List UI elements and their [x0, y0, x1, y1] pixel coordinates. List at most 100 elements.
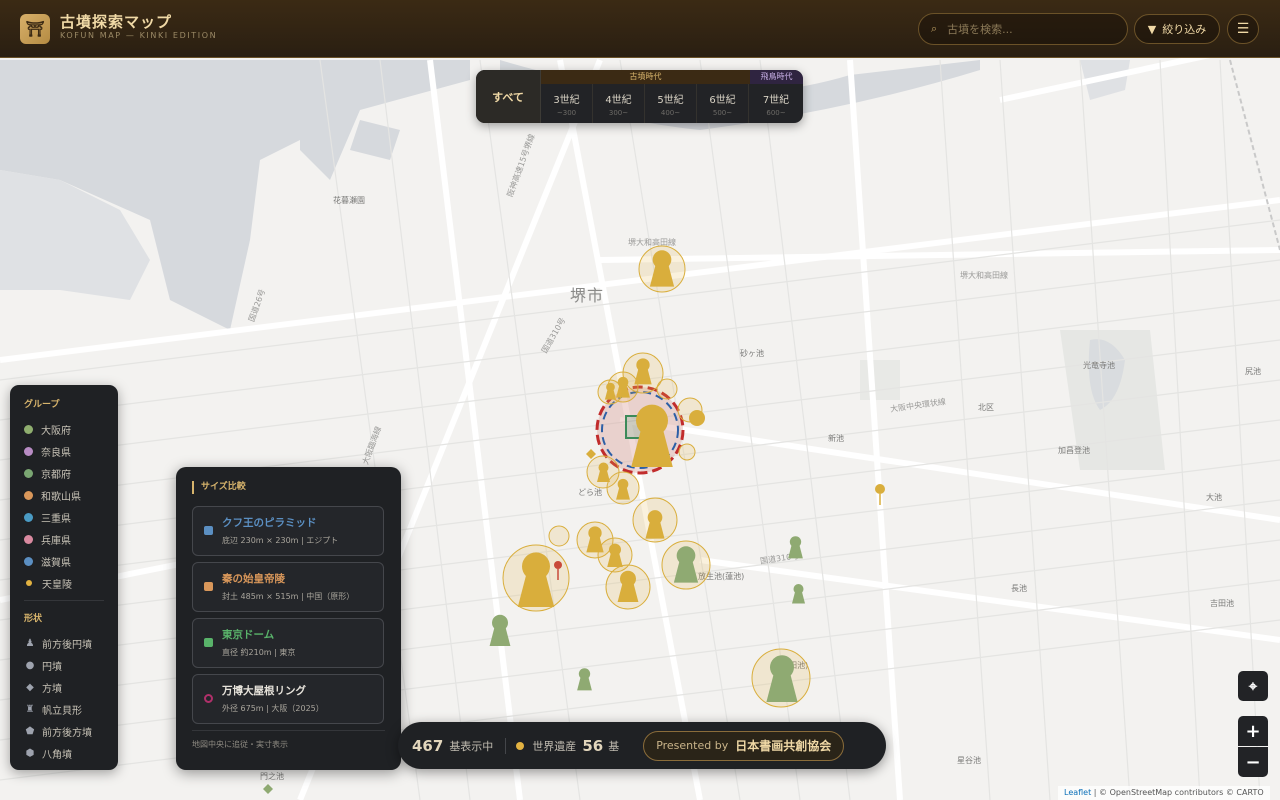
world-heritage-label: 世界遺産: [532, 739, 577, 753]
era-button-7c[interactable]: 7世紀 600~: [749, 84, 803, 123]
size-compare-name: 万博大屋根リング: [222, 685, 306, 697]
kofun-marker[interactable]: [489, 614, 511, 646]
legend-shape-item[interactable]: ⬟ 前方後方墳: [24, 720, 104, 742]
menu-button[interactable]: ☰: [1227, 14, 1259, 44]
leaflet-link[interactable]: Leaflet: [1064, 788, 1091, 797]
filter-button[interactable]: ▼ 絞り込み: [1134, 14, 1220, 44]
legend-group-item[interactable]: 三重県: [24, 506, 104, 528]
filter-button-label: 絞り込み: [1162, 23, 1207, 36]
size-compare-swatch-icon: [204, 638, 213, 647]
legend-shape-label: 帆立貝形: [42, 705, 82, 717]
presenter-name: 日本書画共創協会: [735, 739, 832, 753]
size-compare-card[interactable]: 東京ドーム直径 約210m | 東京: [192, 618, 384, 668]
size-compare-name: クフ王のピラミッド: [222, 517, 317, 529]
kofun-marker[interactable]: [751, 648, 811, 708]
kofun-marker[interactable]: [263, 784, 273, 794]
locate-button[interactable]: ⌖: [1238, 671, 1268, 701]
size-compare-note: 地図中央に追従・実寸表示: [192, 730, 385, 750]
legend-group-label: 三重県: [41, 513, 71, 525]
kofun-marker[interactable]: [605, 564, 651, 610]
legend-group-item[interactable]: 兵庫県: [24, 528, 104, 550]
size-compare-card[interactable]: 秦の始皇帝陵封土 485m × 515m | 中国（原形）: [192, 562, 384, 612]
legend-group-item[interactable]: 奈良県: [24, 440, 104, 462]
kofun-marker[interactable]: [597, 379, 623, 405]
legend-group-item[interactable]: 和歌山県: [24, 484, 104, 506]
legend-shape-item[interactable]: ◆ 方墳: [24, 676, 104, 698]
size-compare-card[interactable]: クフ王のピラミッド底辺 230m × 230m | エジプト: [192, 506, 384, 556]
size-compare-card[interactable]: 万博大屋根リング 外径 675m | 大阪（2025）: [192, 674, 384, 724]
stats-divider: [505, 737, 507, 754]
era-label: 6世紀: [709, 95, 736, 106]
size-compare-swatch-icon: [204, 526, 213, 535]
era-range: ~300: [556, 109, 577, 117]
zoom-out-button[interactable]: −: [1238, 747, 1268, 777]
zoom-in-button[interactable]: +: [1238, 716, 1268, 746]
era-range: 400~: [660, 109, 681, 117]
kofun-marker[interactable]: [502, 544, 570, 612]
legend-group-item[interactable]: 天皇陵: [24, 572, 104, 594]
era-button-5c[interactable]: 5世紀 400~: [645, 84, 697, 123]
legend-shape-item[interactable]: ● 円墳: [24, 654, 104, 676]
size-compare-name: 東京ドーム: [222, 629, 275, 641]
legend-group-label: 大阪府: [41, 425, 71, 437]
size-compare-desc: 封土 485m × 515m | 中国（原形）: [222, 592, 355, 601]
legend-group-label: 奈良県: [41, 447, 71, 459]
map-attribution: Leaflet | © OpenStreetMap contributors ©…: [1058, 786, 1270, 800]
kofun-marker[interactable]: [586, 449, 596, 459]
scallop-icon: ♜: [25, 703, 35, 715]
legend-color-dot-icon: [24, 512, 33, 522]
legend-shape-item[interactable]: ♟ 前方後円墳: [24, 632, 104, 654]
visible-count: 467: [412, 736, 444, 755]
kofun-marker[interactable]: [632, 497, 678, 543]
kofun-marker[interactable]: [875, 484, 885, 505]
world-heritage-unit: 基: [608, 739, 620, 753]
kofun-marker[interactable]: [661, 540, 711, 590]
legend-color-dot-icon: [24, 490, 33, 500]
legend-divider: [24, 600, 104, 601]
crosshair-icon: ⌖: [1248, 677, 1258, 695]
legend-group-item[interactable]: 大阪府: [24, 418, 104, 440]
kofun-marker[interactable]: [656, 378, 678, 400]
legend-group-item[interactable]: 滋賀県: [24, 550, 104, 572]
size-compare-desc: 直径 約210m | 東京: [222, 648, 296, 657]
legend-color-dot-icon: [24, 446, 33, 456]
kofun-marker[interactable]: [577, 668, 592, 691]
era-button-3c[interactable]: 3世紀 ~300: [541, 84, 593, 123]
era-range: 600~: [766, 109, 786, 117]
hamburger-menu-icon: ☰: [1236, 21, 1250, 37]
search-icon: ⌕: [931, 22, 938, 35]
kofun-marker[interactable]: [606, 471, 640, 505]
size-compare-name: 秦の始皇帝陵: [222, 573, 285, 585]
legend-group-label: 天皇陵: [42, 579, 72, 591]
kofun-marker[interactable]: [788, 536, 803, 559]
search-box[interactable]: ⌕: [918, 13, 1128, 45]
legend-group-title: グループ: [24, 400, 60, 410]
era-button-4c[interactable]: 4世紀 300~: [593, 84, 645, 123]
era-group-kofun: 古墳時代: [541, 70, 750, 84]
size-compare-desc: 底辺 230m × 230m | エジプト: [222, 536, 339, 545]
legend-group-label: 滋賀県: [41, 557, 71, 569]
kofun-marker[interactable]: [548, 525, 570, 547]
kofun-marker[interactable]: [638, 245, 686, 293]
app-header: ⛩ 古墳探索マップ KOFUN MAP — KINKI EDITION ⌕ ▼ …: [0, 0, 1280, 58]
era-range: 300~: [608, 109, 629, 117]
kofun-marker[interactable]: [792, 584, 805, 604]
size-compare-swatch-icon: [204, 694, 213, 703]
legend-shape-label: 前方後方墳: [42, 727, 92, 739]
size-compare-panel: サイズ比較 クフ王のピラミッド 底辺 230m × 230m | エジプト 秦の始皇…: [176, 467, 401, 770]
diamond-icon: ◆: [26, 681, 34, 693]
era-label: 4世紀: [605, 95, 632, 106]
era-button-6c[interactable]: 6世紀 500~: [697, 84, 749, 123]
legend-color-dot-icon: [26, 580, 32, 586]
legend-group-label: 京都府: [41, 469, 71, 481]
presented-by-badge[interactable]: Presented by 日本書画共創協会: [643, 730, 845, 761]
legend-color-dot-icon: [24, 468, 33, 478]
octagon-icon: ⬢: [25, 747, 35, 759]
legend-shape-item[interactable]: ♜ 帆立貝形: [24, 698, 104, 720]
search-input[interactable]: [947, 22, 1108, 36]
legend-group-item[interactable]: 京都府: [24, 462, 104, 484]
legend-shape-item[interactable]: ⬢ 八角墳: [24, 742, 104, 764]
era-label: 7世紀: [762, 95, 790, 106]
kofun-marker[interactable]: [678, 443, 696, 461]
era-all-button[interactable]: すべて: [476, 70, 541, 123]
